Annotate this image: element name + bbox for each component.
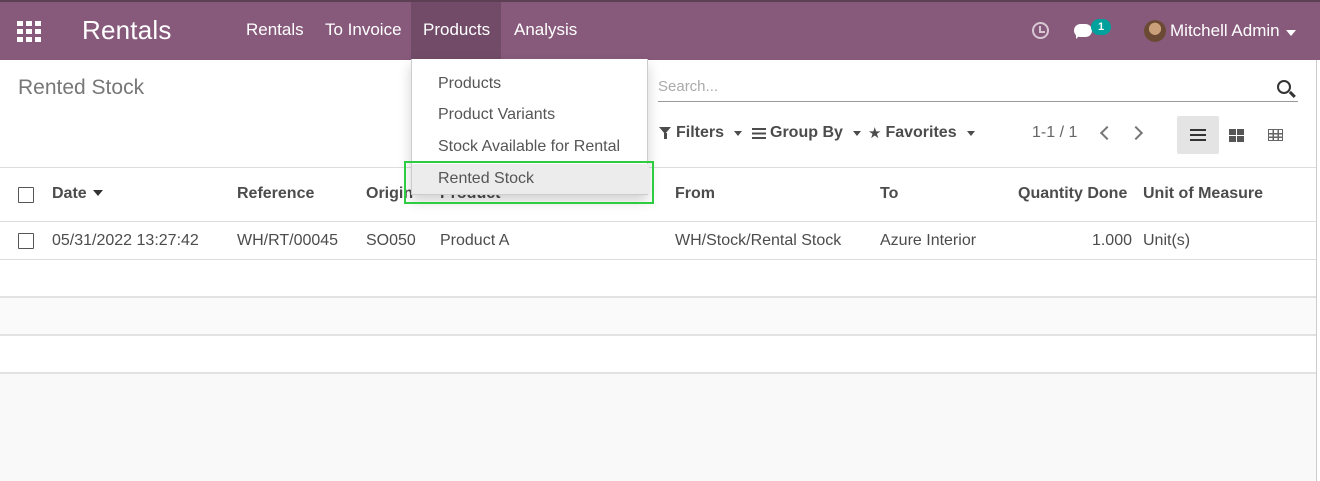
caret-down-icon (734, 130, 743, 136)
search-bar (658, 72, 1298, 102)
selection-highlight (404, 161, 654, 204)
list-icon (1190, 129, 1206, 141)
cell-unit-of-measure: Unit(s) (1143, 232, 1191, 249)
column-header-reference[interactable]: Reference (237, 185, 314, 203)
column-header-quantity-done[interactable]: Quantity Done (1018, 185, 1127, 203)
menu-analysis[interactable]: Analysis (502, 2, 589, 60)
cell-quantity-done: 1.000 (1091, 232, 1132, 249)
caret-down-icon[interactable] (1286, 30, 1296, 36)
cell-reference: WH/RT/00045 (237, 232, 339, 249)
control-panel: Rented Stock Filters Group By ★ Favorite… (0, 60, 1316, 168)
cell-from: WH/Stock/Rental Stock (675, 232, 842, 249)
cell-product: Product A (440, 232, 510, 249)
table-header: Date Reference Origin Product From To Qu… (0, 168, 1316, 222)
user-menu-name[interactable]: Mitchell Admin (1170, 21, 1280, 41)
empty-row (0, 336, 1316, 374)
favorites-label: Favorites (885, 124, 957, 141)
group-by-button[interactable]: Group By (752, 124, 861, 142)
row-checkbox[interactable] (18, 233, 34, 249)
stock-moves-table: Date Reference Origin Product From To Qu… (0, 168, 1316, 374)
kanban-icon (1229, 129, 1244, 142)
column-label: Date (52, 185, 87, 202)
top-navbar: Rentals Rentals To Invoice Products Anal… (0, 0, 1320, 60)
search-icon[interactable] (1277, 80, 1291, 94)
menu-to-invoice[interactable]: To Invoice (313, 2, 414, 60)
filters-button[interactable]: Filters (659, 124, 743, 142)
dropdown-item-stock-available-for-rental[interactable]: Stock Available for Rental (412, 132, 649, 162)
message-count-badge: 1 (1091, 19, 1111, 35)
menu-rentals[interactable]: Rentals (234, 2, 316, 60)
page-title: Rented Stock (18, 76, 145, 99)
chevron-left-icon[interactable] (1099, 125, 1115, 141)
group-by-label: Group By (770, 124, 843, 141)
app-brand[interactable]: Rentals (82, 15, 172, 46)
column-header-from[interactable]: From (675, 185, 715, 203)
star-icon: ★ (868, 125, 882, 142)
cell-origin: SO050 (366, 232, 416, 249)
sort-down-icon (92, 190, 103, 196)
filters-label: Filters (676, 124, 725, 141)
chevron-right-icon[interactable] (1128, 125, 1144, 141)
caret-down-icon (852, 130, 861, 136)
column-header-unit-of-measure[interactable]: Unit of Measure (1143, 185, 1263, 203)
user-avatar[interactable] (1144, 20, 1166, 42)
chat-icon[interactable] (1074, 24, 1092, 39)
select-all-checkbox[interactable] (18, 187, 34, 203)
dropdown-item-product-variants[interactable]: Product Variants (412, 100, 649, 130)
kanban-view-button[interactable] (1216, 116, 1258, 154)
group-by-icon (752, 127, 766, 139)
caret-down-icon (966, 130, 975, 136)
pivot-view-button[interactable] (1255, 116, 1297, 154)
column-header-to[interactable]: To (880, 185, 898, 203)
table-grid-icon (1268, 129, 1283, 141)
empty-row (0, 298, 1316, 336)
apps-grid-icon[interactable] (17, 21, 41, 42)
scrollbar-edge (1316, 60, 1320, 481)
favorites-button[interactable]: ★ Favorites (868, 124, 975, 142)
pager-value[interactable]: 1-1 / 1 (1032, 124, 1077, 142)
filter-icon (659, 127, 672, 139)
cell-to: Azure Interior (880, 232, 977, 249)
list-view-button[interactable] (1177, 116, 1219, 154)
column-header-date[interactable]: Date (52, 185, 103, 203)
clock-icon[interactable] (1032, 22, 1049, 39)
table-row[interactable]: 05/31/2022 13:27:42 WH/RT/00045 SO050 Pr… (0, 222, 1316, 260)
empty-row (0, 260, 1316, 298)
cell-date: 05/31/2022 13:27:42 (52, 232, 199, 249)
dropdown-item-products[interactable]: Products (412, 69, 649, 99)
search-input[interactable] (658, 74, 1258, 98)
menu-products[interactable]: Products (411, 2, 501, 60)
